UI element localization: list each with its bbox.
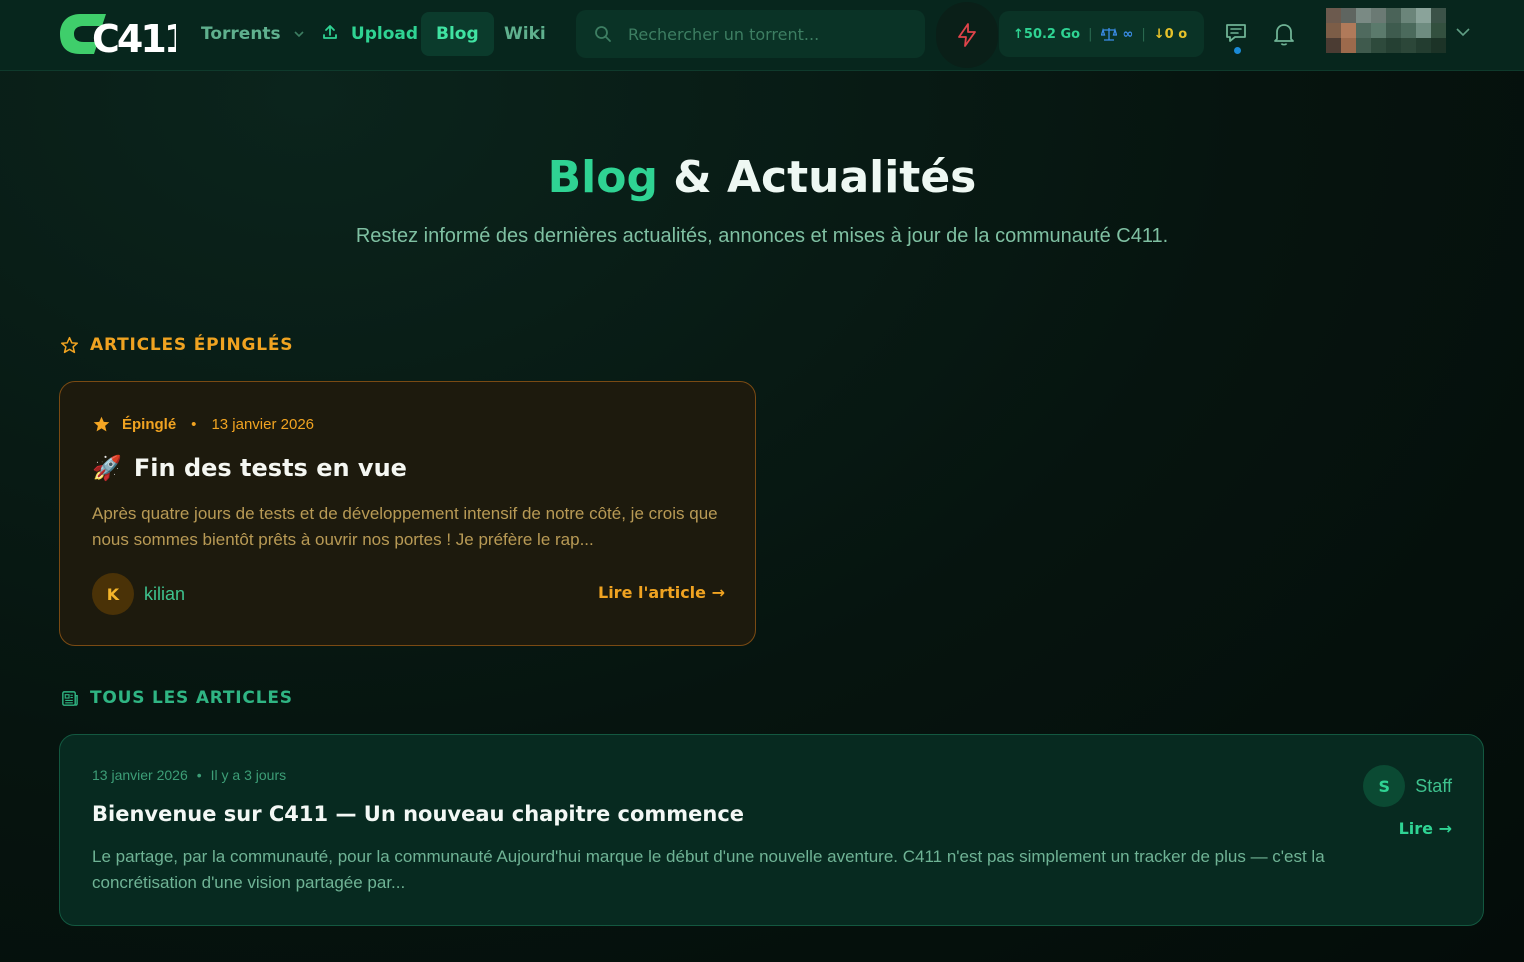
- newspaper-icon: [62, 690, 78, 706]
- scale-icon: [1100, 27, 1117, 41]
- nav-wiki[interactable]: Wiki: [489, 12, 561, 56]
- article-meta: 13 janvier 2026 • Il y a 3 jours: [92, 767, 286, 783]
- stat-separator: |: [1088, 26, 1093, 42]
- quick-action-button[interactable]: [936, 2, 998, 68]
- article-relative-date: Il y a 3 jours: [210, 767, 287, 783]
- ratio-stat: ∞: [1122, 26, 1134, 42]
- article-date: 13 janvier 2026: [211, 416, 315, 433]
- pinned-section-label: ARTICLES ÉPINGLÉS: [90, 335, 294, 355]
- chat-icon[interactable]: [1223, 20, 1251, 48]
- stat-separator: |: [1141, 26, 1146, 42]
- meta-separator: •: [191, 416, 197, 433]
- article-title[interactable]: 🚀 Fin des tests en vue: [92, 454, 407, 482]
- read-article-link[interactable]: Lire l'article →: [598, 583, 725, 602]
- article-author[interactable]: K kilian: [92, 573, 185, 615]
- download-stat: ↓0 o: [1153, 26, 1188, 42]
- pinned-article-meta: Épinglé • 13 janvier 2026: [92, 415, 314, 434]
- pinned-section-heading: ARTICLES ÉPINGLÉS: [60, 335, 293, 355]
- pinned-article-card[interactable]: Épinglé • 13 janvier 2026 🚀 Fin des test…: [59, 381, 756, 646]
- article-title[interactable]: Bienvenue sur C411 — Un nouveau chapitre…: [92, 802, 744, 826]
- article-excerpt: Après quatre jours de tests et de dévelo…: [92, 504, 718, 549]
- user-avatar[interactable]: [1326, 8, 1446, 53]
- article-card[interactable]: 13 janvier 2026 • Il y a 3 jours Bienvenue…: [59, 734, 1484, 926]
- rocket-emoji-icon: 🚀: [92, 454, 122, 482]
- author-avatar: S: [1363, 765, 1406, 807]
- author-name: Staff: [1415, 775, 1452, 796]
- bell-icon[interactable]: [1270, 20, 1298, 48]
- chat-notification-dot: [1234, 47, 1241, 54]
- star-filled-icon: [93, 416, 110, 432]
- nav-blog-label: Blog: [436, 24, 479, 44]
- nav-torrents[interactable]: Torrents: [186, 12, 320, 56]
- search-box: [576, 10, 925, 58]
- page-subtitle: Restez informé des dernières actualités,…: [355, 225, 1169, 247]
- article-title-text: Fin des tests en vue: [133, 454, 407, 482]
- nav-upload-label: Upload: [350, 24, 419, 44]
- nav-torrents-label: Torrents: [201, 24, 281, 44]
- search-icon: [595, 26, 611, 42]
- article-author[interactable]: S Staff: [1363, 765, 1452, 807]
- search-input[interactable]: [628, 10, 908, 58]
- all-articles-heading: TOUS LES ARTICLES: [60, 688, 293, 708]
- nav-wiki-label: Wiki: [504, 24, 546, 44]
- pinned-badge: Épinglé: [122, 416, 177, 433]
- article-excerpt: Le partage, par la communauté, pour la c…: [92, 847, 1325, 892]
- all-articles-label: TOUS LES ARTICLES: [90, 688, 293, 708]
- nav-blog[interactable]: Blog: [421, 12, 494, 56]
- upload-icon: [323, 25, 337, 39]
- page-title-rest: & Actualités: [657, 152, 977, 203]
- logo-text: C411: [92, 17, 176, 58]
- user-stats-widget[interactable]: ↑50.2 Go | ∞ | ↓0 o: [999, 11, 1204, 57]
- author-avatar: K: [92, 573, 134, 615]
- chevron-down-icon[interactable]: [1455, 26, 1471, 38]
- page-title: Blog & Actualités: [0, 152, 1524, 203]
- author-name: kilian: [144, 583, 186, 604]
- c411-logo[interactable]: C411: [58, 10, 191, 61]
- lightning-icon: [958, 23, 976, 47]
- read-article-link[interactable]: Lire →: [1399, 819, 1452, 838]
- upload-stat: ↑50.2 Go: [1013, 26, 1081, 42]
- article-date: 13 janvier 2026: [92, 767, 188, 783]
- page-title-accent: Blog: [547, 152, 658, 203]
- top-navbar: C411 Torrents Upload Blog Wiki ↑50.2 Go …: [0, 0, 1524, 71]
- star-outline-icon: [60, 336, 79, 353]
- chevron-down-icon: [294, 31, 304, 38]
- meta-separator: •: [196, 767, 202, 783]
- nav-upload[interactable]: Upload: [306, 12, 433, 56]
